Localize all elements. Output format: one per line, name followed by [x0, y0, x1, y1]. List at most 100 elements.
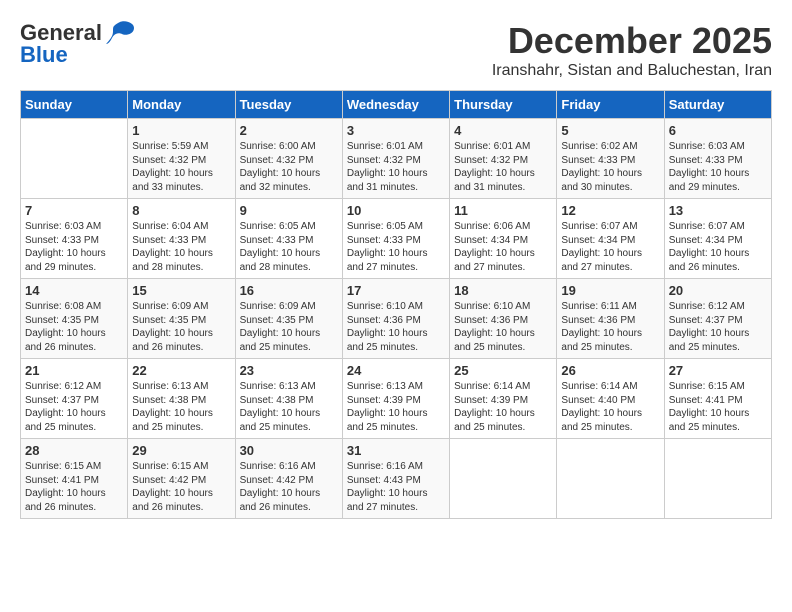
calendar-header-thursday: Thursday	[450, 91, 557, 119]
day-number: 12	[561, 203, 659, 218]
day-number: 16	[240, 283, 338, 298]
calendar-week-4: 21 Sunrise: 6:12 AM Sunset: 4:37 PM Dayli…	[21, 359, 772, 439]
day-number: 25	[454, 363, 552, 378]
day-info: Sunrise: 6:09 AM Sunset: 4:35 PM Dayligh…	[132, 300, 230, 354]
day-info: Sunrise: 6:02 AM Sunset: 4:33 PM Dayligh…	[561, 140, 659, 194]
calendar-cell	[21, 119, 128, 199]
calendar-cell	[664, 439, 771, 519]
day-info: Sunrise: 6:07 AM Sunset: 4:34 PM Dayligh…	[669, 220, 767, 274]
calendar-cell: 20 Sunrise: 6:12 AM Sunset: 4:37 PM Dayli…	[664, 279, 771, 359]
calendar-cell: 18Sunrise: 6:10 AM Sunset: 4:36 PM Dayli…	[450, 279, 557, 359]
logo-blue-text: Blue	[20, 42, 68, 68]
calendar-cell: 9 Sunrise: 6:05 AM Sunset: 4:33 PM Daylig…	[235, 199, 342, 279]
calendar-cell: 3 Sunrise: 6:01 AM Sunset: 4:32 PM Daylig…	[342, 119, 449, 199]
day-number: 13	[669, 203, 767, 218]
day-info: Sunrise: 6:08 AM Sunset: 4:35 PM Dayligh…	[25, 300, 123, 354]
day-number: 30	[240, 443, 338, 458]
calendar-header-tuesday: Tuesday	[235, 91, 342, 119]
logo-bird-icon	[104, 20, 136, 46]
calendar-cell: 10 Sunrise: 6:05 AM Sunset: 4:33 PM Dayli…	[342, 199, 449, 279]
day-info: Sunrise: 6:12 AM Sunset: 4:37 PM Dayligh…	[25, 380, 123, 434]
calendar-cell: 13 Sunrise: 6:07 AM Sunset: 4:34 PM Dayli…	[664, 199, 771, 279]
day-info: Sunrise: 6:14 AM Sunset: 4:39 PM Dayligh…	[454, 380, 552, 434]
day-info: Sunrise: 6:11 AM Sunset: 4:36 PM Dayligh…	[561, 300, 659, 354]
calendar-cell: 16Sunrise: 6:09 AM Sunset: 4:35 PM Dayli…	[235, 279, 342, 359]
calendar-cell: 4Sunrise: 6:01 AM Sunset: 4:32 PM Daylig…	[450, 119, 557, 199]
calendar-header-monday: Monday	[128, 91, 235, 119]
day-info: Sunrise: 6:04 AM Sunset: 4:33 PM Dayligh…	[132, 220, 230, 274]
calendar-cell: 23 Sunrise: 6:13 AM Sunset: 4:38 PM Dayli…	[235, 359, 342, 439]
day-number: 23	[240, 363, 338, 378]
logo: General Blue	[20, 20, 136, 68]
day-number: 22	[132, 363, 230, 378]
day-info: Sunrise: 6:07 AM Sunset: 4:34 PM Dayligh…	[561, 220, 659, 274]
day-info: Sunrise: 6:16 AM Sunset: 4:42 PM Dayligh…	[240, 460, 338, 514]
day-number: 18	[454, 283, 552, 298]
day-info: Sunrise: 6:15 AM Sunset: 4:41 PM Dayligh…	[25, 460, 123, 514]
day-number: 1	[132, 123, 230, 138]
day-info: Sunrise: 6:13 AM Sunset: 4:38 PM Dayligh…	[240, 380, 338, 434]
calendar-cell	[557, 439, 664, 519]
calendar-cell: 30 Sunrise: 6:16 AM Sunset: 4:42 PM Dayli…	[235, 439, 342, 519]
day-number: 6	[669, 123, 767, 138]
day-number: 24	[347, 363, 445, 378]
calendar-cell: 27 Sunrise: 6:15 AM Sunset: 4:41 PM Dayli…	[664, 359, 771, 439]
calendar-cell: 25 Sunrise: 6:14 AM Sunset: 4:39 PM Dayli…	[450, 359, 557, 439]
day-number: 20	[669, 283, 767, 298]
day-number: 27	[669, 363, 767, 378]
calendar-cell: 11 Sunrise: 6:06 AM Sunset: 4:34 PM Dayli…	[450, 199, 557, 279]
calendar-header-saturday: Saturday	[664, 91, 771, 119]
calendar-cell: 2Sunrise: 6:00 AM Sunset: 4:32 PM Daylig…	[235, 119, 342, 199]
day-info: Sunrise: 6:01 AM Sunset: 4:32 PM Dayligh…	[347, 140, 445, 194]
day-info: Sunrise: 6:14 AM Sunset: 4:40 PM Dayligh…	[561, 380, 659, 434]
calendar-table: SundayMondayTuesdayWednesdayThursdayFrid…	[20, 90, 772, 519]
day-info: Sunrise: 6:10 AM Sunset: 4:36 PM Dayligh…	[347, 300, 445, 354]
calendar-cell: 21 Sunrise: 6:12 AM Sunset: 4:37 PM Dayli…	[21, 359, 128, 439]
day-info: Sunrise: 6:13 AM Sunset: 4:39 PM Dayligh…	[347, 380, 445, 434]
day-number: 3	[347, 123, 445, 138]
day-info: Sunrise: 6:05 AM Sunset: 4:33 PM Dayligh…	[347, 220, 445, 274]
day-number: 7	[25, 203, 123, 218]
day-number: 28	[25, 443, 123, 458]
day-info: Sunrise: 6:15 AM Sunset: 4:42 PM Dayligh…	[132, 460, 230, 514]
calendar-cell: 5 Sunrise: 6:02 AM Sunset: 4:33 PM Daylig…	[557, 119, 664, 199]
day-number: 19	[561, 283, 659, 298]
calendar-cell: 15 Sunrise: 6:09 AM Sunset: 4:35 PM Dayli…	[128, 279, 235, 359]
day-number: 14	[25, 283, 123, 298]
page-header: General Blue December 2025 Iranshahr, Si…	[20, 20, 772, 80]
day-number: 9	[240, 203, 338, 218]
calendar-header-friday: Friday	[557, 91, 664, 119]
calendar-cell: 19 Sunrise: 6:11 AM Sunset: 4:36 PM Dayli…	[557, 279, 664, 359]
calendar-cell: 22Sunrise: 6:13 AM Sunset: 4:38 PM Dayli…	[128, 359, 235, 439]
location-text: Iranshahr, Sistan and Baluchestan, Iran	[492, 62, 772, 80]
day-number: 10	[347, 203, 445, 218]
day-info: Sunrise: 6:03 AM Sunset: 4:33 PM Dayligh…	[25, 220, 123, 274]
calendar-week-1: 1 Sunrise: 5:59 AM Sunset: 4:32 PM Daylig…	[21, 119, 772, 199]
title-block: December 2025 Iranshahr, Sistan and Balu…	[492, 20, 772, 80]
day-info: Sunrise: 6:12 AM Sunset: 4:37 PM Dayligh…	[669, 300, 767, 354]
day-number: 5	[561, 123, 659, 138]
day-number: 21	[25, 363, 123, 378]
calendar-cell: 26 Sunrise: 6:14 AM Sunset: 4:40 PM Dayli…	[557, 359, 664, 439]
day-info: Sunrise: 5:59 AM Sunset: 4:32 PM Dayligh…	[132, 140, 230, 194]
day-number: 17	[347, 283, 445, 298]
day-number: 15	[132, 283, 230, 298]
calendar-week-2: 7 Sunrise: 6:03 AM Sunset: 4:33 PM Daylig…	[21, 199, 772, 279]
day-number: 11	[454, 203, 552, 218]
day-number: 31	[347, 443, 445, 458]
calendar-cell: 28 Sunrise: 6:15 AM Sunset: 4:41 PM Dayli…	[21, 439, 128, 519]
day-info: Sunrise: 6:00 AM Sunset: 4:32 PM Dayligh…	[240, 140, 338, 194]
day-number: 4	[454, 123, 552, 138]
calendar-cell	[450, 439, 557, 519]
calendar-week-5: 28 Sunrise: 6:15 AM Sunset: 4:41 PM Dayli…	[21, 439, 772, 519]
calendar-cell: 7 Sunrise: 6:03 AM Sunset: 4:33 PM Daylig…	[21, 199, 128, 279]
calendar-cell: 29Sunrise: 6:15 AM Sunset: 4:42 PM Dayli…	[128, 439, 235, 519]
day-info: Sunrise: 6:15 AM Sunset: 4:41 PM Dayligh…	[669, 380, 767, 434]
day-info: Sunrise: 6:03 AM Sunset: 4:33 PM Dayligh…	[669, 140, 767, 194]
calendar-cell: 6 Sunrise: 6:03 AM Sunset: 4:33 PM Daylig…	[664, 119, 771, 199]
day-info: Sunrise: 6:05 AM Sunset: 4:33 PM Dayligh…	[240, 220, 338, 274]
day-number: 26	[561, 363, 659, 378]
day-info: Sunrise: 6:06 AM Sunset: 4:34 PM Dayligh…	[454, 220, 552, 274]
calendar-cell: 8Sunrise: 6:04 AM Sunset: 4:33 PM Daylig…	[128, 199, 235, 279]
calendar-cell: 1 Sunrise: 5:59 AM Sunset: 4:32 PM Daylig…	[128, 119, 235, 199]
